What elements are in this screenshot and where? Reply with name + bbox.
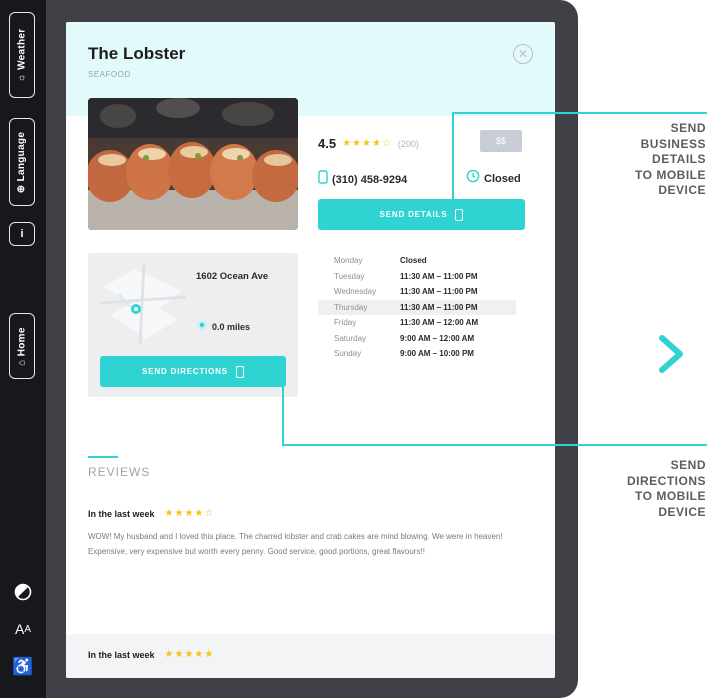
hours-row: Saturday 9:00 AM – 12:00 AM — [318, 331, 516, 347]
hours-time: 9:00 AM – 10:00 PM — [400, 349, 474, 359]
location-icon — [196, 318, 208, 336]
map-pin-icon — [131, 304, 141, 314]
callout-line-directions — [282, 444, 707, 446]
globe-icon: ⊕ — [16, 184, 28, 193]
accessibility-icon[interactable]: ♿ — [12, 656, 34, 678]
hours-day: Sunday — [334, 349, 362, 359]
sidebar-rail: ☼ Weather ⊕ Language i ⌂ Home AA ♿ — [0, 0, 46, 698]
hours-row: Wednesday 11:30 AM – 11:00 PM — [318, 284, 516, 300]
business-name: The Lobster — [88, 44, 186, 63]
hours-time: 9:00 AM – 12:00 AM — [400, 333, 475, 343]
status-row: Closed — [466, 169, 521, 188]
home-button[interactable]: ⌂ Home — [9, 313, 35, 379]
rating-value: 4.5 — [318, 136, 337, 151]
weather-label: ☼ Weather — [16, 28, 28, 82]
hours-day: Monday — [334, 256, 363, 266]
open-status: Closed — [484, 172, 521, 185]
hours-day: Tuesday — [334, 271, 365, 281]
reviews-title: REVIEWS — [88, 465, 151, 479]
hours-day: Friday — [334, 318, 357, 328]
callout-line-details-drop — [452, 112, 454, 200]
hours-row: Sunday 9:00 AM – 10:00 PM — [318, 346, 516, 362]
clock-icon — [466, 169, 480, 188]
info-button[interactable]: i — [9, 222, 35, 246]
contrast-icon[interactable] — [12, 581, 34, 603]
language-button[interactable]: ⊕ Language — [9, 118, 35, 206]
hours-time: 11:30 AM – 11:00 PM — [400, 287, 478, 297]
hours-day: Saturday — [334, 333, 367, 343]
callout-line-directions-drop — [282, 383, 284, 446]
phone-row: (310) 458-9294 — [318, 170, 407, 189]
hours-time: 11:30 AM – 11:00 PM — [400, 271, 478, 281]
info-icon: i — [20, 228, 24, 240]
review-period: In the last week — [88, 649, 155, 660]
price-badge: $$ — [480, 130, 522, 152]
business-photo — [88, 98, 298, 230]
close-icon[interactable]: ✕ — [513, 44, 533, 64]
map-thumbnail[interactable] — [100, 263, 186, 345]
sun-icon: ☼ — [16, 72, 28, 82]
phone-number: (310) 458-9294 — [332, 173, 408, 186]
hours-day: Wednesday — [334, 287, 377, 297]
kiosk-screen: ☼ Weather ⊕ Language i ⌂ Home AA ♿ The L… — [0, 0, 707, 698]
rating-stars: ★★★★☆ — [342, 138, 392, 149]
mobile-icon — [455, 208, 464, 221]
callout-directions-text: SEND DIRECTIONS TO MOBILE DEVICE — [626, 458, 706, 519]
address: 1602 Ocean Ave — [196, 271, 269, 282]
location-panel: 1602 Ocean Ave 0.0 miles SEND DIRECTIONS — [88, 253, 298, 397]
hours-row: Thursday 11:30 AM – 11:00 PM — [318, 299, 516, 315]
chevron-right-icon[interactable] — [652, 334, 692, 374]
hours-time: 11:30 AM – 12:00 AM — [400, 318, 479, 328]
mobile-icon — [235, 365, 244, 378]
send-directions-button[interactable]: SEND DIRECTIONS — [100, 356, 286, 387]
review-header: In the last week ★★★★★ — [88, 649, 214, 660]
hours-time: 11:30 AM – 11:00 PM — [400, 302, 478, 312]
callout-details-text: SEND BUSINESS DETAILS TO MOBILE DEVICE — [635, 121, 706, 197]
hours-table: Monday Closed Tuesday 11:30 AM – 11:00 PM We… — [318, 253, 516, 362]
review-stars: ★★★★☆ — [164, 508, 215, 519]
reviews-divider — [88, 456, 118, 458]
hours-row: Tuesday 11:30 AM – 11:00 PM — [318, 269, 516, 285]
hours-time: Closed — [400, 256, 427, 266]
text-size-icon[interactable]: AA — [12, 618, 34, 640]
distance-value: 0.0 miles — [212, 322, 251, 332]
callout-line-details — [452, 112, 707, 114]
review-header: In the last week ★★★★☆ — [88, 508, 214, 519]
home-icon: ⌂ — [16, 358, 28, 366]
hours-day: Thursday — [334, 302, 368, 312]
review-period: In the last week — [88, 508, 155, 519]
rating-row: 4.5 ★★★★☆ (200) — [318, 136, 419, 151]
language-label: ⊕ Language — [16, 131, 28, 193]
review-item[interactable]: In the last week ★★★★★ — [66, 634, 555, 678]
business-card: The Lobster SEAFOOD ✕ 4.5 ★★★★☆ (200) $$… — [66, 22, 555, 678]
send-details-label: SEND DETAILS — [379, 210, 448, 219]
home-label: ⌂ Home — [16, 326, 28, 366]
review-text: WOW! My husband and I loved this place. … — [88, 532, 503, 556]
hours-row: Friday 11:30 AM – 12:00 AM — [318, 315, 516, 331]
review-count: (200) — [397, 138, 419, 149]
review-stars: ★★★★★ — [164, 649, 215, 660]
phone-icon — [318, 170, 328, 189]
send-directions-label: SEND DIRECTIONS — [142, 367, 228, 376]
send-details-button[interactable]: SEND DETAILS — [318, 199, 525, 230]
weather-button[interactable]: ☼ Weather — [9, 12, 35, 98]
business-category: SEAFOOD — [88, 70, 131, 79]
distance-row: 0.0 miles — [196, 318, 250, 336]
hours-row: Monday Closed — [318, 253, 516, 269]
